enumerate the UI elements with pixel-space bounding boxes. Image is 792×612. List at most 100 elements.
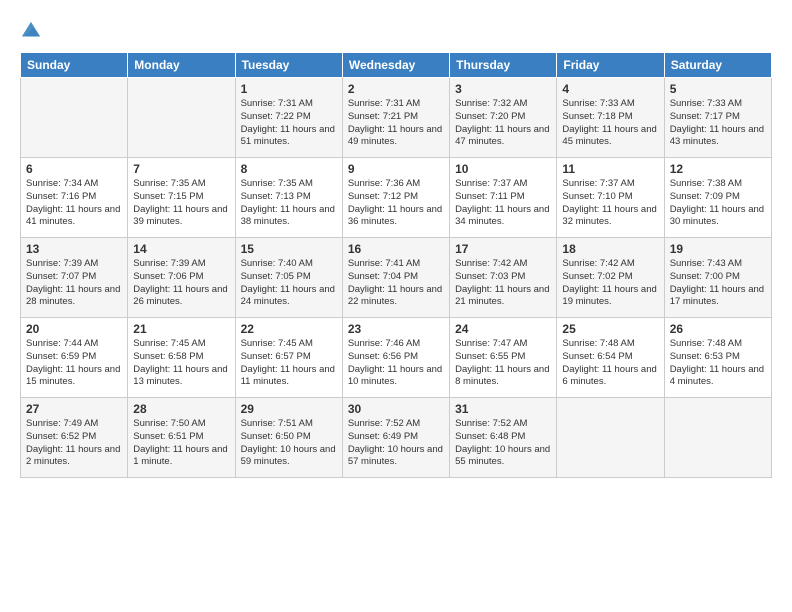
day-cell: 3 Sunrise: 7:32 AM Sunset: 7:20 PM Daylig…: [450, 78, 557, 158]
week-row-1: 1 Sunrise: 7:31 AM Sunset: 7:22 PM Daylig…: [21, 78, 772, 158]
day-cell: 2 Sunrise: 7:31 AM Sunset: 7:21 PM Daylig…: [342, 78, 449, 158]
day-cell: 4 Sunrise: 7:33 AM Sunset: 7:18 PM Daylig…: [557, 78, 664, 158]
day-cell: [128, 78, 235, 158]
day-info: Sunrise: 7:45 AM Sunset: 6:58 PM Dayligh…: [133, 338, 229, 389]
day-info: Sunrise: 7:48 AM Sunset: 6:54 PM Dayligh…: [562, 338, 658, 389]
day-cell: 23 Sunrise: 7:46 AM Sunset: 6:56 PM Dayli…: [342, 318, 449, 398]
weekday-header-sunday: Sunday: [21, 53, 128, 78]
day-number: 26: [670, 322, 766, 336]
day-number: 5: [670, 82, 766, 96]
day-cell: 8Sunrise: 7:35 AM Sunset: 7:13 PM Daylig…: [235, 158, 342, 238]
weekday-header-row: SundayMondayTuesdayWednesdayThursdayFrid…: [21, 53, 772, 78]
day-info: Sunrise: 7:37 AM Sunset: 7:11 PM Dayligh…: [455, 178, 551, 229]
day-info: Sunrise: 7:49 AM Sunset: 6:52 PM Dayligh…: [26, 418, 122, 469]
day-number: 31: [455, 402, 551, 416]
day-info: Sunrise: 7:36 AM Sunset: 7:12 PM Dayligh…: [348, 178, 444, 229]
day-number: 28: [133, 402, 229, 416]
day-cell: 12Sunrise: 7:38 AM Sunset: 7:09 PM Dayli…: [664, 158, 771, 238]
day-info: Sunrise: 7:38 AM Sunset: 7:09 PM Dayligh…: [670, 178, 766, 229]
day-info: Sunrise: 7:40 AM Sunset: 7:05 PM Dayligh…: [241, 258, 337, 309]
day-number: 10: [455, 162, 551, 176]
day-info: Sunrise: 7:43 AM Sunset: 7:00 PM Dayligh…: [670, 258, 766, 309]
day-cell: [21, 78, 128, 158]
day-info: Sunrise: 7:31 AM Sunset: 7:22 PM Dayligh…: [241, 98, 337, 149]
day-cell: [557, 398, 664, 478]
day-cell: 22 Sunrise: 7:45 AM Sunset: 6:57 PM Dayli…: [235, 318, 342, 398]
day-info: Sunrise: 7:52 AM Sunset: 6:48 PM Dayligh…: [455, 418, 551, 469]
day-number: 23: [348, 322, 444, 336]
day-info: Sunrise: 7:33 AM Sunset: 7:17 PM Dayligh…: [670, 98, 766, 149]
day-info: Sunrise: 7:31 AM Sunset: 7:21 PM Dayligh…: [348, 98, 444, 149]
day-cell: 14Sunrise: 7:39 AM Sunset: 7:06 PM Dayli…: [128, 238, 235, 318]
logo-icon: [20, 20, 42, 42]
day-number: 11: [562, 162, 658, 176]
day-cell: 30Sunrise: 7:52 AM Sunset: 6:49 PM Dayli…: [342, 398, 449, 478]
day-info: Sunrise: 7:50 AM Sunset: 6:51 PM Dayligh…: [133, 418, 229, 469]
day-number: 16: [348, 242, 444, 256]
day-info: Sunrise: 7:46 AM Sunset: 6:56 PM Dayligh…: [348, 338, 444, 389]
day-number: 20: [26, 322, 122, 336]
day-info: Sunrise: 7:42 AM Sunset: 7:03 PM Dayligh…: [455, 258, 551, 309]
day-info: Sunrise: 7:39 AM Sunset: 7:07 PM Dayligh…: [26, 258, 122, 309]
day-cell: [664, 398, 771, 478]
day-cell: 31 Sunrise: 7:52 AM Sunset: 6:48 PM Dayli…: [450, 398, 557, 478]
day-cell: 21 Sunrise: 7:45 AM Sunset: 6:58 PM Dayli…: [128, 318, 235, 398]
day-cell: 26 Sunrise: 7:48 AM Sunset: 6:53 PM Dayli…: [664, 318, 771, 398]
day-number: 29: [241, 402, 337, 416]
calendar: SundayMondayTuesdayWednesdayThursdayFrid…: [20, 52, 772, 478]
day-number: 14: [133, 242, 229, 256]
day-info: Sunrise: 7:37 AM Sunset: 7:10 PM Dayligh…: [562, 178, 658, 229]
weekday-header-wednesday: Wednesday: [342, 53, 449, 78]
header: [20, 20, 772, 42]
day-info: Sunrise: 7:45 AM Sunset: 6:57 PM Dayligh…: [241, 338, 337, 389]
day-cell: 19Sunrise: 7:43 AM Sunset: 7:00 PM Dayli…: [664, 238, 771, 318]
day-cell: 28 Sunrise: 7:50 AM Sunset: 6:51 PM Dayli…: [128, 398, 235, 478]
day-number: 7: [133, 162, 229, 176]
day-number: 9: [348, 162, 444, 176]
page: SundayMondayTuesdayWednesdayThursdayFrid…: [0, 0, 792, 612]
day-info: Sunrise: 7:48 AM Sunset: 6:53 PM Dayligh…: [670, 338, 766, 389]
day-number: 1: [241, 82, 337, 96]
weekday-header-thursday: Thursday: [450, 53, 557, 78]
day-number: 22: [241, 322, 337, 336]
weekday-header-friday: Friday: [557, 53, 664, 78]
day-info: Sunrise: 7:52 AM Sunset: 6:49 PM Dayligh…: [348, 418, 444, 469]
day-number: 25: [562, 322, 658, 336]
week-row-5: 27 Sunrise: 7:49 AM Sunset: 6:52 PM Dayli…: [21, 398, 772, 478]
week-row-3: 13 Sunrise: 7:39 AM Sunset: 7:07 PM Dayli…: [21, 238, 772, 318]
day-cell: 11 Sunrise: 7:37 AM Sunset: 7:10 PM Dayli…: [557, 158, 664, 238]
day-number: 2: [348, 82, 444, 96]
day-number: 21: [133, 322, 229, 336]
day-info: Sunrise: 7:33 AM Sunset: 7:18 PM Dayligh…: [562, 98, 658, 149]
day-cell: 10 Sunrise: 7:37 AM Sunset: 7:11 PM Dayli…: [450, 158, 557, 238]
day-number: 4: [562, 82, 658, 96]
week-row-2: 6Sunrise: 7:34 AM Sunset: 7:16 PM Daylig…: [21, 158, 772, 238]
day-number: 13: [26, 242, 122, 256]
weekday-header-monday: Monday: [128, 53, 235, 78]
day-cell: 17 Sunrise: 7:42 AM Sunset: 7:03 PM Dayli…: [450, 238, 557, 318]
day-cell: 6Sunrise: 7:34 AM Sunset: 7:16 PM Daylig…: [21, 158, 128, 238]
day-number: 24: [455, 322, 551, 336]
week-row-4: 20 Sunrise: 7:44 AM Sunset: 6:59 PM Dayli…: [21, 318, 772, 398]
day-number: 8: [241, 162, 337, 176]
day-cell: 20 Sunrise: 7:44 AM Sunset: 6:59 PM Dayli…: [21, 318, 128, 398]
day-info: Sunrise: 7:41 AM Sunset: 7:04 PM Dayligh…: [348, 258, 444, 309]
day-number: 3: [455, 82, 551, 96]
day-info: Sunrise: 7:44 AM Sunset: 6:59 PM Dayligh…: [26, 338, 122, 389]
day-cell: 29 Sunrise: 7:51 AM Sunset: 6:50 PM Dayli…: [235, 398, 342, 478]
day-info: Sunrise: 7:32 AM Sunset: 7:20 PM Dayligh…: [455, 98, 551, 149]
day-cell: 16 Sunrise: 7:41 AM Sunset: 7:04 PM Dayli…: [342, 238, 449, 318]
day-cell: 18 Sunrise: 7:42 AM Sunset: 7:02 PM Dayli…: [557, 238, 664, 318]
day-cell: 15Sunrise: 7:40 AM Sunset: 7:05 PM Dayli…: [235, 238, 342, 318]
day-cell: 25 Sunrise: 7:48 AM Sunset: 6:54 PM Dayli…: [557, 318, 664, 398]
day-info: Sunrise: 7:35 AM Sunset: 7:15 PM Dayligh…: [133, 178, 229, 229]
day-number: 18: [562, 242, 658, 256]
day-cell: 7 Sunrise: 7:35 AM Sunset: 7:15 PM Daylig…: [128, 158, 235, 238]
day-number: 17: [455, 242, 551, 256]
day-info: Sunrise: 7:42 AM Sunset: 7:02 PM Dayligh…: [562, 258, 658, 309]
logo: [20, 20, 44, 42]
day-number: 27: [26, 402, 122, 416]
day-cell: 13 Sunrise: 7:39 AM Sunset: 7:07 PM Dayli…: [21, 238, 128, 318]
day-cell: 1 Sunrise: 7:31 AM Sunset: 7:22 PM Daylig…: [235, 78, 342, 158]
day-info: Sunrise: 7:51 AM Sunset: 6:50 PM Dayligh…: [241, 418, 337, 469]
